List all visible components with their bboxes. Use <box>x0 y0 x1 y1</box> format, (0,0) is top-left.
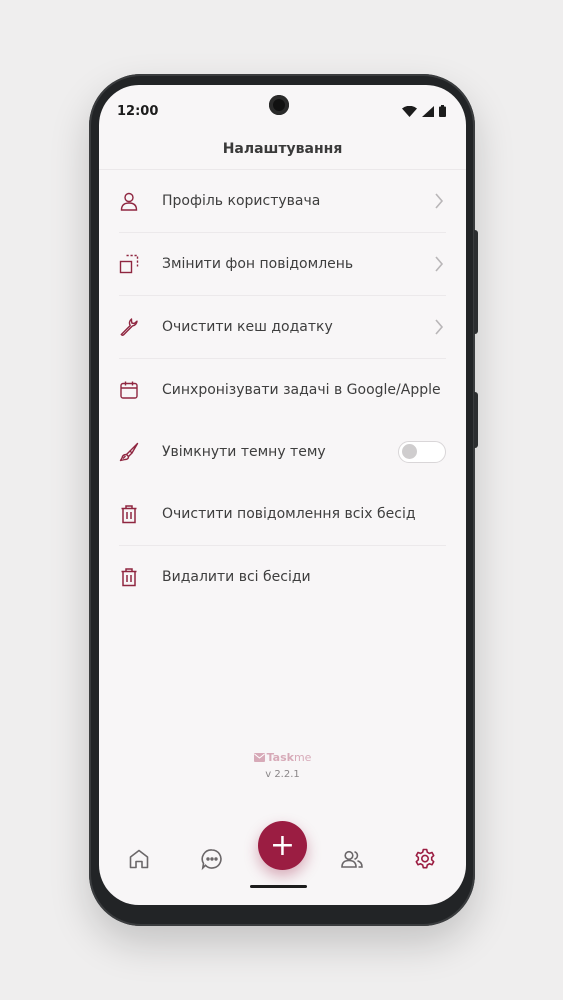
brand-me: me <box>293 751 312 764</box>
status-bar: 12:00 <box>99 85 466 135</box>
calendar-icon <box>120 381 138 399</box>
settings-item-sync-tasks[interactable]: Синхронізувати задачі в Google/Apple <box>119 359 446 421</box>
volume-button <box>474 230 478 334</box>
settings-item-label: Увімкнути темну тему <box>162 444 326 460</box>
trash-icon <box>121 505 137 524</box>
settings-item-profile[interactable]: Профіль користувача <box>119 170 446 233</box>
settings-item-label: Очистити повідомлення всіх бесід <box>162 506 416 522</box>
chevron-right-icon <box>435 256 444 272</box>
status-icons <box>402 105 446 117</box>
signal-icon <box>422 106 434 117</box>
trash-icon <box>121 568 137 587</box>
bottom-nav: + <box>99 821 466 905</box>
settings-item-label: Видалити всі бесіди <box>162 569 311 585</box>
toggle-knob <box>402 444 417 459</box>
status-time: 12:00 <box>117 104 159 119</box>
mail-logo-icon <box>253 753 265 762</box>
settings-item-label: Очистити кеш додатку <box>162 319 333 335</box>
wrench-icon <box>120 318 138 336</box>
home-indicator <box>250 885 307 888</box>
users-icon[interactable] <box>340 847 364 871</box>
settings-item-dark-theme[interactable]: Увімкнути темну тему <box>119 421 446 483</box>
settings-item-background[interactable]: Змінити фон повідомлень <box>119 233 446 296</box>
home-icon[interactable] <box>127 847 151 871</box>
settings-item-clear-messages[interactable]: Очистити повідомлення всіх бесід <box>119 483 446 546</box>
app-brand: Taskme <box>99 751 466 764</box>
settings-item-delete-chats[interactable]: Видалити всі бесіди <box>119 546 446 608</box>
brush-icon <box>119 442 139 462</box>
settings-item-label: Профіль користувача <box>162 193 321 209</box>
chevron-right-icon <box>435 319 444 335</box>
chevron-right-icon <box>435 193 444 209</box>
chat-icon[interactable] <box>200 847 224 871</box>
settings-item-label: Синхронізувати задачі в Google/Apple <box>162 382 441 398</box>
screen: 12:00 Налаштування Профіль користувача З… <box>99 85 466 905</box>
user-icon <box>120 192 138 211</box>
settings-list: Профіль користувача Змінити фон повідомл… <box>119 170 446 608</box>
brand-task: Task <box>266 751 294 764</box>
dark-theme-toggle[interactable] <box>398 441 446 463</box>
battery-icon <box>439 105 446 117</box>
settings-item-label: Змінити фон повідомлень <box>162 256 354 272</box>
header: Налаштування <box>99 135 466 170</box>
wifi-icon <box>402 106 417 117</box>
background-icon <box>119 254 139 274</box>
app-version: v 2.2.1 <box>265 769 300 780</box>
settings-item-clear-cache[interactable]: Очистити кеш додатку <box>119 296 446 359</box>
page-title: Налаштування <box>222 141 343 157</box>
settings-gear-icon[interactable] <box>413 847 437 871</box>
front-camera <box>269 95 289 115</box>
power-button <box>474 392 478 448</box>
add-button[interactable]: + <box>258 821 307 870</box>
